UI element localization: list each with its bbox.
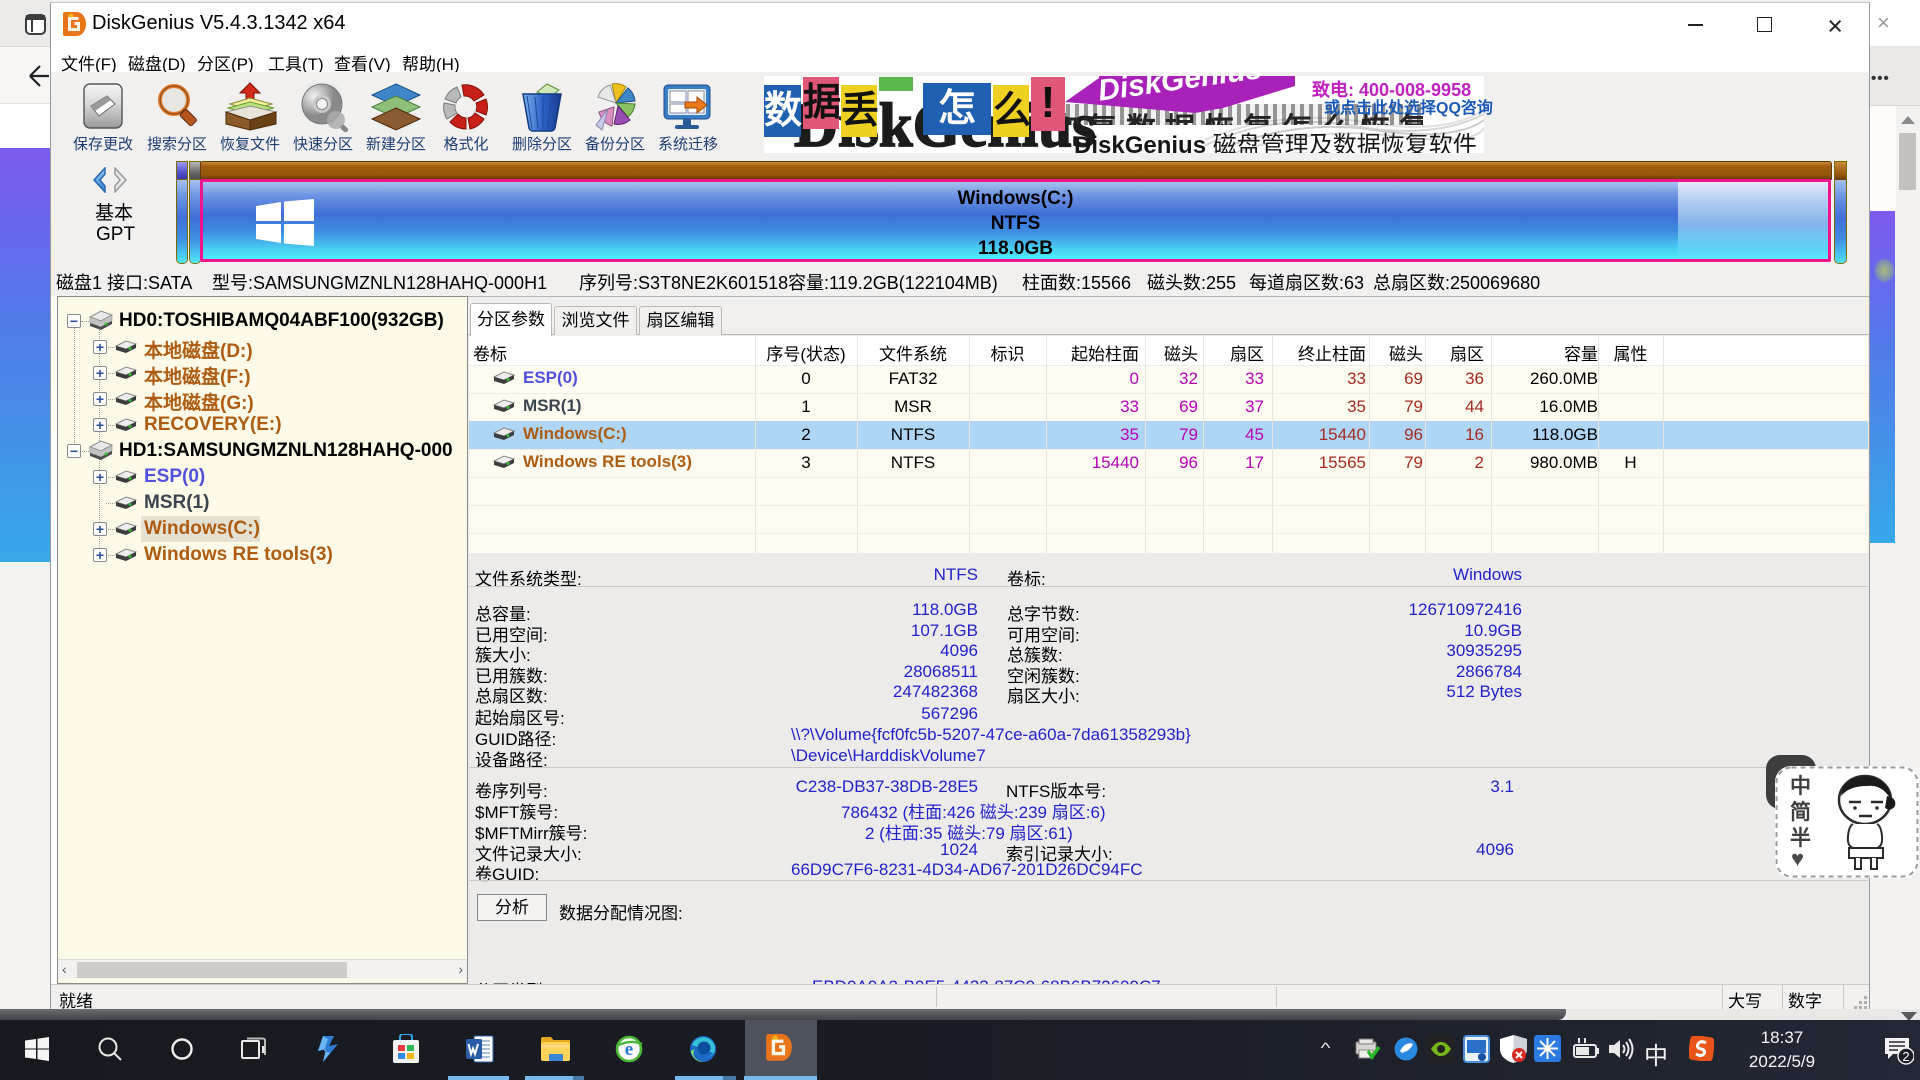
- svg-text:2: 2: [1902, 1049, 1909, 1064]
